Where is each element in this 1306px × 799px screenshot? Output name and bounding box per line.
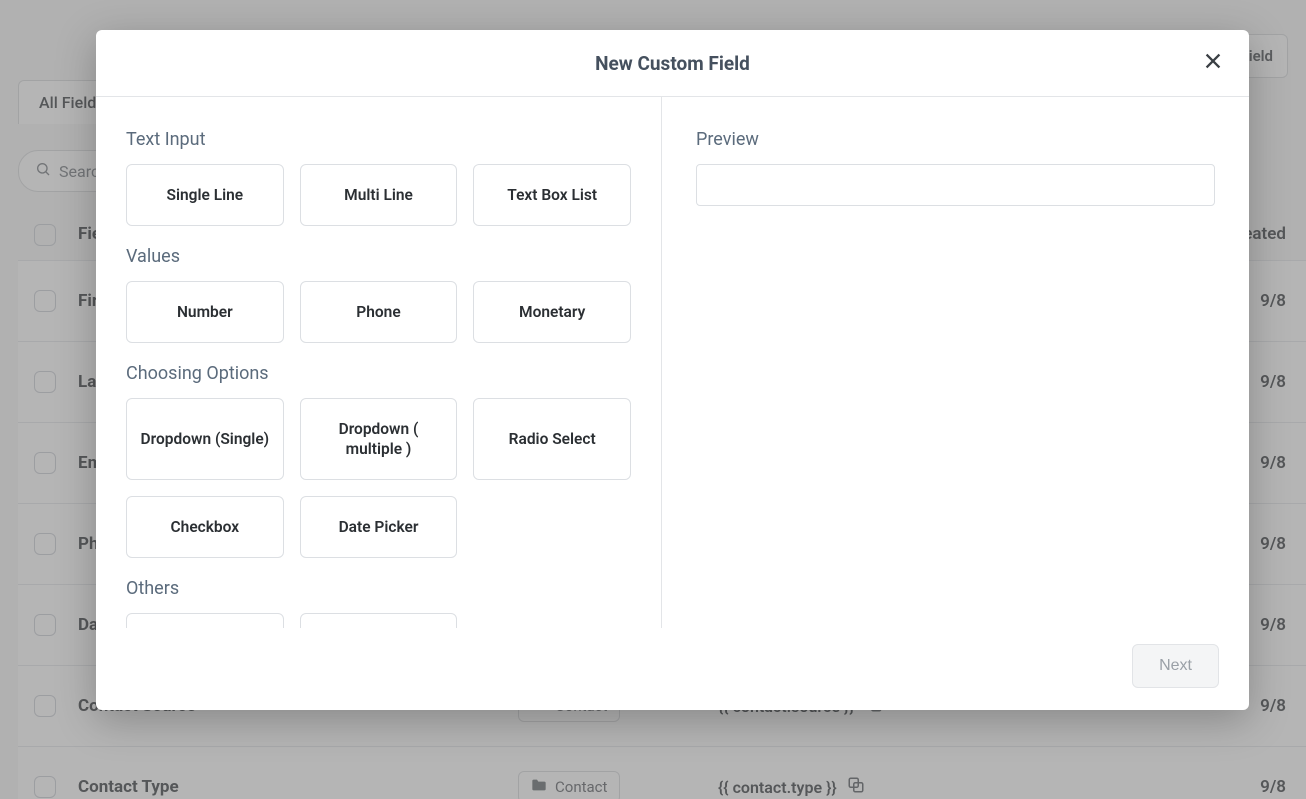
select-all-checkbox[interactable] [34, 224, 56, 246]
option-file-upload[interactable]: File Upload [126, 613, 284, 628]
field-type-pane: Text Input Single Line Multi Line Text B… [96, 97, 662, 628]
section-choosing-options: Choosing Options [126, 363, 631, 384]
folder-badge[interactable]: Contact [518, 771, 620, 799]
created-date: 9/8 [1258, 696, 1290, 716]
preview-label: Preview [696, 129, 1215, 150]
option-number[interactable]: Number [126, 281, 284, 343]
modal-body: Text Input Single Line Multi Line Text B… [96, 97, 1249, 628]
row-checkbox[interactable] [34, 452, 56, 474]
new-custom-field-modal: New Custom Field Text Input Single Line … [96, 30, 1249, 710]
modal-header: New Custom Field [96, 30, 1249, 97]
folder-label: Contact [555, 778, 607, 796]
option-dropdown-single[interactable]: Dropdown (Single) [126, 398, 284, 480]
option-radio-select[interactable]: Radio Select [473, 398, 631, 480]
field-name: Contact Type [78, 777, 518, 797]
copy-icon[interactable] [847, 776, 865, 798]
next-button[interactable]: Next [1132, 644, 1219, 688]
section-others: Others [126, 578, 631, 599]
modal-footer: Next [96, 628, 1249, 710]
preview-input[interactable] [696, 164, 1215, 206]
field-key: {{ contact.type }} [718, 776, 1258, 798]
created-date: 9/8 [1258, 453, 1290, 473]
option-text-box-list[interactable]: Text Box List [473, 164, 631, 226]
option-single-line[interactable]: Single Line [126, 164, 284, 226]
modal-scroll-area[interactable]: Text Input Single Line Multi Line Text B… [96, 97, 1249, 628]
folder-icon [531, 778, 547, 796]
option-date-picker[interactable]: Date Picker [300, 496, 458, 558]
section-text-input: Text Input [126, 129, 631, 150]
option-monetary[interactable]: Monetary [473, 281, 631, 343]
row-checkbox[interactable] [34, 290, 56, 312]
created-date: 9/8 [1258, 291, 1290, 311]
created-date: 9/8 [1258, 777, 1290, 797]
option-signature[interactable]: Signature [300, 613, 458, 628]
created-date: 9/8 [1258, 372, 1290, 392]
option-phone[interactable]: Phone [300, 281, 458, 343]
close-icon [1202, 50, 1224, 76]
option-dropdown-multiple[interactable]: Dropdown ( multiple ) [300, 398, 458, 480]
option-multi-line[interactable]: Multi Line [300, 164, 458, 226]
row-checkbox[interactable] [34, 614, 56, 636]
created-date: 9/8 [1258, 534, 1290, 554]
row-checkbox[interactable] [34, 371, 56, 393]
modal-title: New Custom Field [595, 52, 750, 75]
created-date: 9/8 [1258, 615, 1290, 635]
preview-pane: Preview [662, 97, 1249, 628]
search-icon [35, 161, 51, 181]
option-checkbox[interactable]: Checkbox [126, 496, 284, 558]
row-checkbox[interactable] [34, 533, 56, 555]
row-checkbox[interactable] [34, 695, 56, 717]
row-checkbox[interactable] [34, 776, 56, 798]
section-values: Values [126, 246, 631, 267]
modal-close-button[interactable] [1199, 49, 1227, 77]
table-row: Contact Type Contact {{ contact.type }}9/8 [18, 746, 1306, 799]
